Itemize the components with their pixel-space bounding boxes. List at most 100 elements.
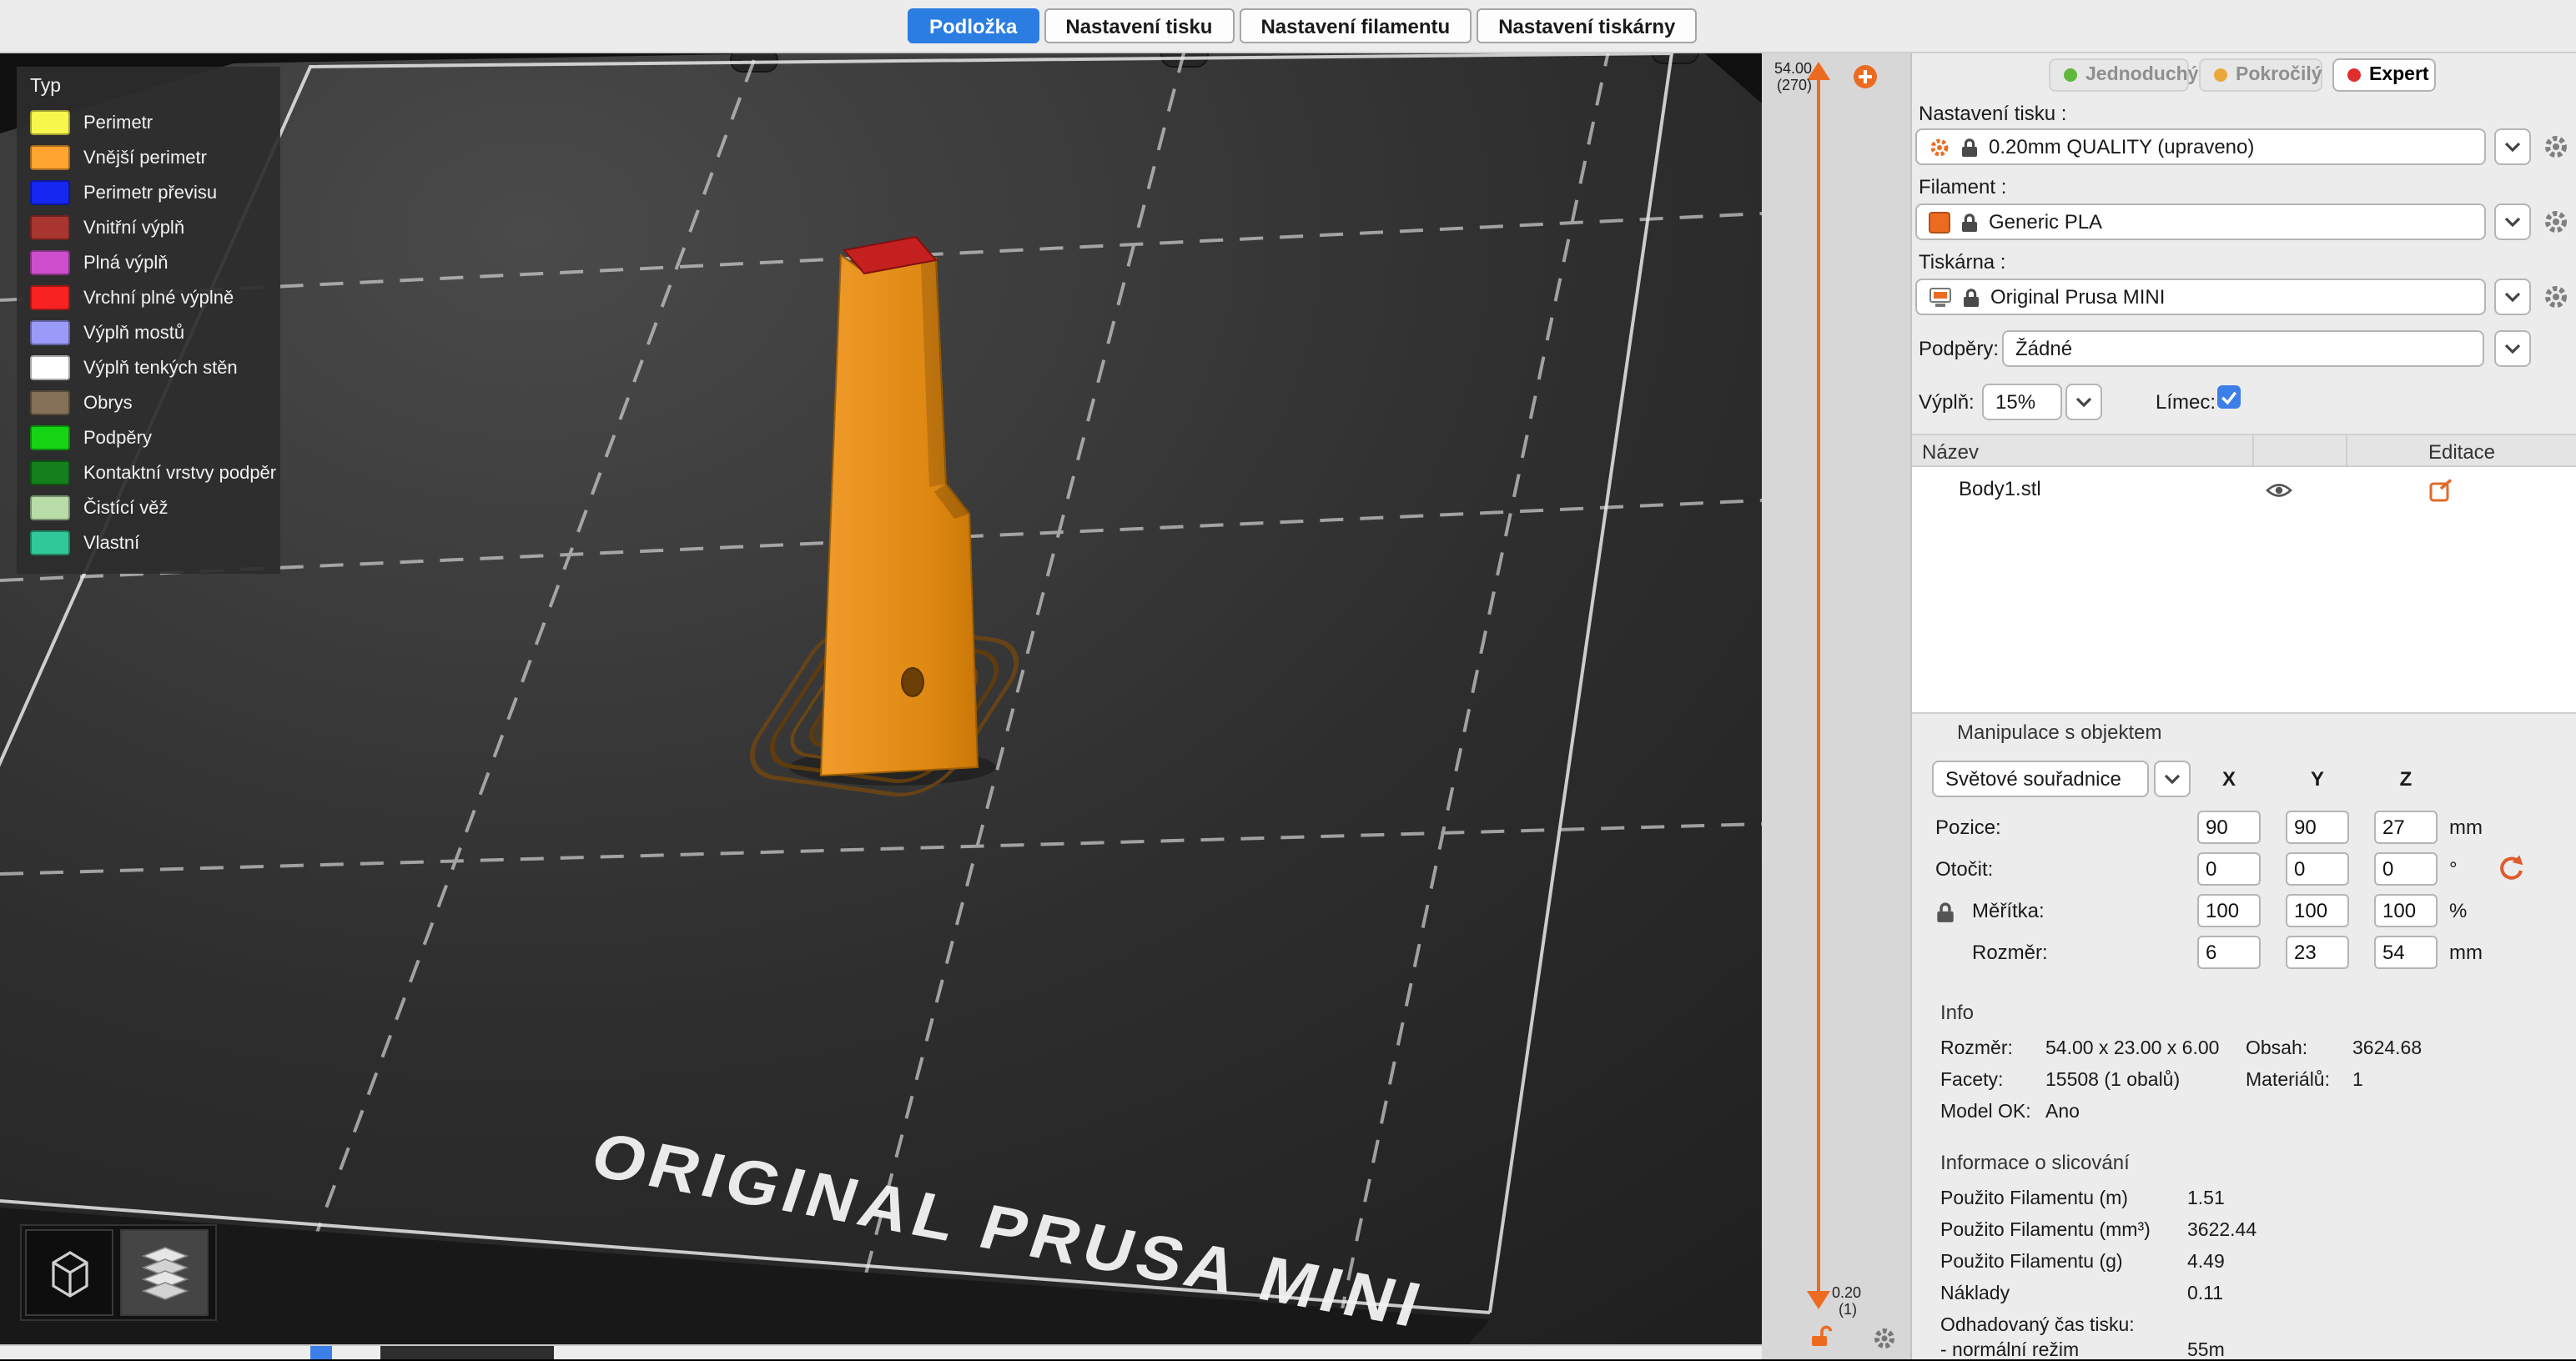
side-panel: Jednoduchý Pokročilý Expert Nastavení ti…: [1910, 53, 2576, 1361]
slider-bottom-thumb[interactable]: [1807, 1291, 1830, 1309]
legend-item: Vlastní: [30, 525, 267, 560]
rotate-z-input[interactable]: [2374, 852, 2438, 886]
legend-item: Vrchní plné výplně: [30, 280, 267, 315]
info-size-value: 54.00 x 23.00 x 6.00: [2045, 1039, 2220, 1059]
supports-value: Žádné: [2015, 337, 2073, 360]
print-settings-gear-icon[interactable]: [2543, 133, 2569, 160]
legend-title: Typ: [30, 77, 62, 97]
printer-settings-gear-icon[interactable]: [2543, 284, 2569, 310]
info-volume-label: Obsah:: [2246, 1039, 2308, 1059]
slicing-label: Odhadovaný čas tisku:: [1940, 1316, 2135, 1336]
axis-x-header: X: [2221, 767, 2236, 791]
infill-dropdown-button[interactable]: [2065, 384, 2102, 420]
filament-label: Filament :: [1919, 175, 2007, 198]
slider-bottom-height: 0.20: [1832, 1284, 1862, 1301]
layer-slider[interactable]: [1762, 53, 1910, 1359]
slider-bottom-layer: (1): [1839, 1301, 1857, 1318]
preset-quality-icon: [1930, 138, 1949, 156]
position-y-input[interactable]: [2286, 811, 2349, 844]
tab-print-settings[interactable]: Nastavení tisku: [1044, 8, 1235, 43]
edit-object-icon[interactable]: [2429, 479, 2453, 502]
size-x-input[interactable]: [2197, 936, 2261, 969]
legend-item: Vnitřní výplň: [30, 210, 267, 245]
slicing-label: Použito Filamentu (m): [1940, 1189, 2128, 1209]
view-3d-button[interactable]: [25, 1229, 113, 1316]
brim-checkbox[interactable]: [2217, 385, 2241, 409]
legend-label: Kontaktní vrstvy podpěr: [83, 463, 277, 483]
legend-item: Čistící věž: [30, 490, 267, 525]
object-list-row[interactable]: Body1.stl: [1912, 470, 2576, 507]
legend-swatch: [30, 180, 70, 205]
eye-icon[interactable]: [2266, 482, 2292, 499]
unlock-icon[interactable]: [1809, 1324, 1834, 1349]
size-y-input[interactable]: [2286, 936, 2349, 969]
size-z-input[interactable]: [2374, 936, 2438, 969]
slider-settings-gear-icon[interactable]: [1872, 1326, 1897, 1351]
main-tabs: Podložka Nastavení tisku Nastavení filam…: [908, 8, 1698, 43]
chevron-down-icon: [2164, 774, 2181, 784]
mode-advanced-label: Pokročilý: [2236, 65, 2322, 85]
info-materials-label: Materiálů:: [2246, 1071, 2330, 1091]
reset-rotation-icon[interactable]: [2496, 854, 2524, 882]
model-hole: [901, 667, 924, 697]
legend-swatch: [30, 460, 70, 485]
printer-preset-dropdown-button[interactable]: [2494, 279, 2531, 315]
mode-simple-button[interactable]: Jednoduchý: [2049, 58, 2198, 92]
info-row: Rozměr: 54.00 x 23.00 x 6.00 Obsah: 3624…: [1940, 1039, 2564, 1059]
info-volume-value: 3624.68: [2352, 1039, 2423, 1059]
print-preset-dropdown-button[interactable]: [2494, 128, 2531, 165]
printer-preset-combo[interactable]: Original Prusa MINI: [1915, 279, 2486, 315]
add-layer-range-icon[interactable]: [1852, 63, 1879, 90]
lock-icon: [1962, 213, 1977, 231]
object-list: Body1.stl: [1912, 467, 2576, 714]
size-unit: mm: [2449, 941, 2483, 964]
size-label: Rozměr:: [1972, 941, 2048, 964]
print-preset-combo[interactable]: 0.20mm QUALITY (upraveno): [1915, 128, 2486, 165]
rotate-y-input[interactable]: [2286, 852, 2349, 886]
3d-viewport[interactable]: ORIGINAL PRUSA MINI Typ Perimetr Vnější …: [0, 53, 1762, 1344]
tab-printer-settings[interactable]: Nastavení tiskárny: [1477, 8, 1698, 43]
legend-label: Perimetr: [83, 113, 153, 133]
mode-expert-button[interactable]: Expert: [2332, 58, 2436, 92]
bottom-toolbar-blue-control[interactable]: [310, 1346, 332, 1359]
legend-item: Vnější perimetr: [30, 140, 267, 175]
lock-icon: [1964, 288, 1979, 306]
supports-combo[interactable]: Žádné: [2002, 330, 2484, 367]
bottom-toolbar-fragment: [0, 1344, 1762, 1359]
legend-label: Výplň mostů: [83, 323, 185, 343]
tab-plater[interactable]: Podložka: [908, 8, 1039, 43]
filament-preset-dropdown-button[interactable]: [2494, 203, 2531, 240]
scale-z-input[interactable]: [2374, 894, 2438, 927]
scale-y-input[interactable]: [2286, 894, 2349, 927]
slicing-value: 4.49: [2187, 1253, 2225, 1273]
mode-advanced-button[interactable]: Pokročilý: [2199, 58, 2322, 92]
axis-z-header: Z: [2399, 767, 2412, 791]
infill-combo[interactable]: 15%: [1982, 384, 2062, 420]
position-z-input[interactable]: [2374, 811, 2438, 844]
filament-settings-gear-icon[interactable]: [2543, 208, 2569, 235]
coordinate-system-value: Světové souřadnice: [1945, 767, 2121, 791]
coordinate-system-combo[interactable]: Světové souřadnice: [1932, 761, 2149, 797]
slicing-row: Použito Filamentu (m) 1.51: [1940, 1189, 2564, 1209]
view-layers-button[interactable]: [120, 1229, 209, 1316]
coordinate-system-dropdown-button[interactable]: [2154, 761, 2191, 797]
supports-dropdown-button[interactable]: [2494, 330, 2531, 367]
tab-filament-settings[interactable]: Nastavení filamentu: [1239, 8, 1472, 43]
rotate-x-input[interactable]: [2197, 852, 2261, 886]
bottom-toolbar-dark-control[interactable]: [380, 1346, 554, 1359]
legend-swatch: [30, 495, 70, 520]
rotate-unit: °: [2449, 857, 2458, 881]
legend-item: Perimetr převisu: [30, 175, 267, 210]
infill-value: 15%: [1995, 390, 2036, 414]
feature-type-legend: Typ Perimetr Vnější perimetr Perimetr př…: [17, 67, 280, 574]
uniform-scale-lock-icon[interactable]: [1935, 901, 1955, 924]
filament-preset-combo[interactable]: Generic PLA: [1915, 203, 2486, 240]
legend-swatch: [30, 320, 70, 345]
legend-label: Čistící věž: [83, 498, 169, 518]
info-row: Facety: 15508 (1 obalů) Materiálů: 1: [1940, 1071, 2564, 1091]
slicing-row: - normální režim 55m: [1940, 1341, 2564, 1361]
scale-x-input[interactable]: [2197, 894, 2261, 927]
legend-item: Perimetr: [30, 105, 267, 140]
position-x-input[interactable]: [2197, 811, 2261, 844]
slicing-label: Náklady: [1940, 1284, 2010, 1304]
